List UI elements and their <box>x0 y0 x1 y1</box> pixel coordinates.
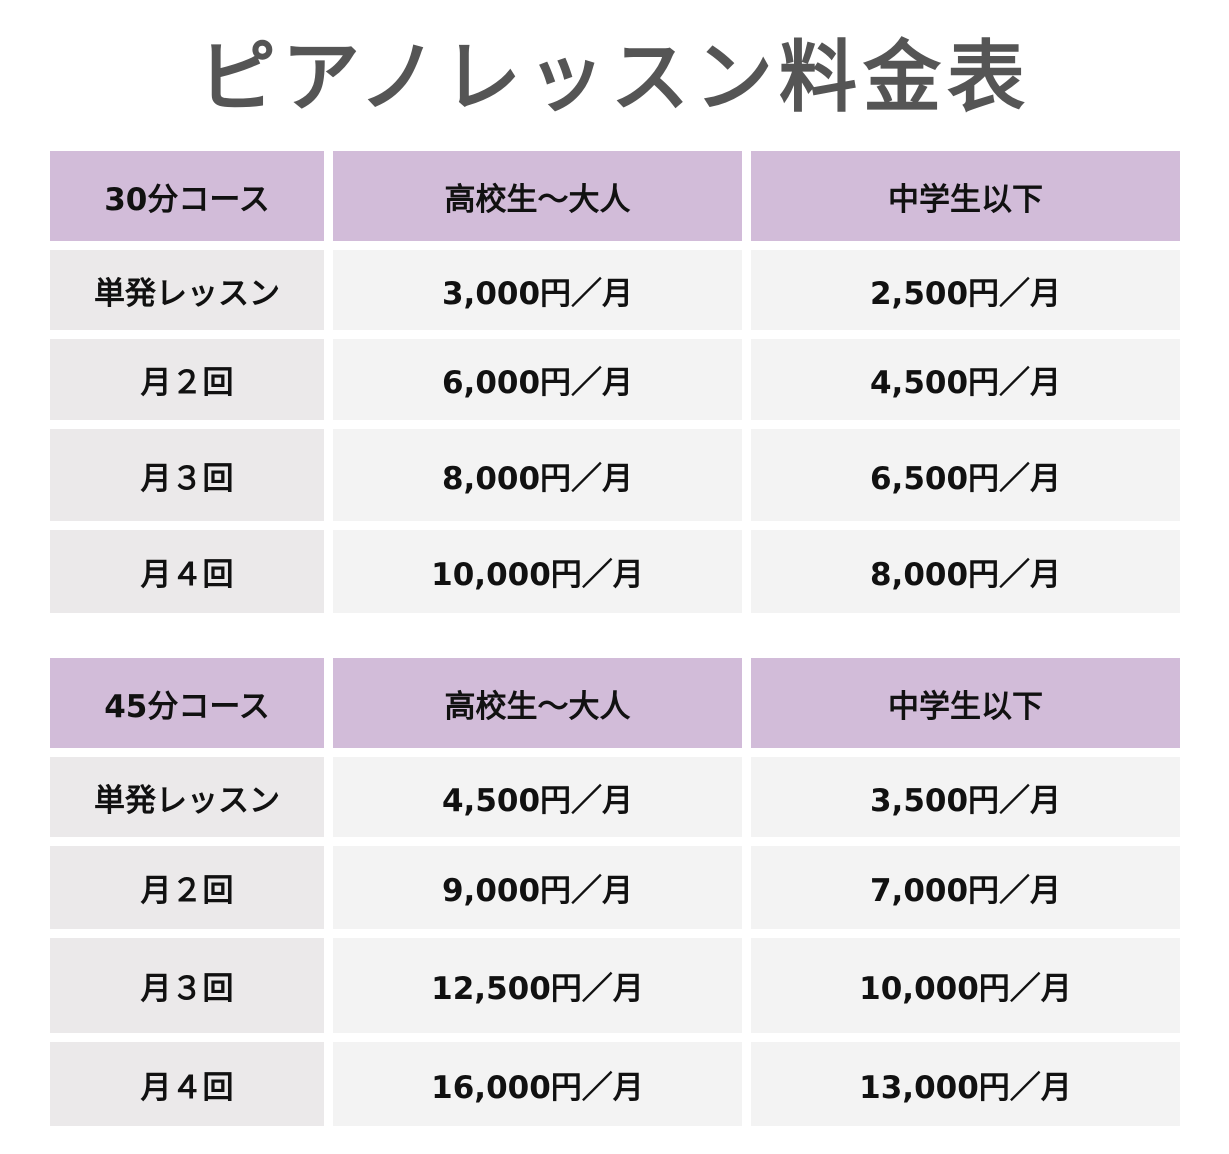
adult-header-cell: 高校生〜大人 <box>333 151 742 241</box>
table-row: 単発レッスン 3,000円／月 2,500円／月 <box>50 250 1181 330</box>
junior-price-cell: 6,500円／月 <box>751 429 1180 521</box>
junior-price-cell: 8,000円／月 <box>751 530 1180 613</box>
table-row: 月２回 9,000円／月 7,000円／月 <box>50 846 1181 929</box>
junior-price-cell: 2,500円／月 <box>751 250 1180 330</box>
table-header-row: 45分コース 高校生〜大人 中学生以下 <box>50 658 1181 748</box>
table-row: 単発レッスン 4,500円／月 3,500円／月 <box>50 757 1181 837</box>
plan-label-cell: 月２回 <box>50 339 324 420</box>
course-header-cell: 30分コース <box>50 151 324 241</box>
adult-price-cell: 10,000円／月 <box>333 530 742 613</box>
adult-price-cell: 4,500円／月 <box>333 757 742 837</box>
adult-price-cell: 6,000円／月 <box>333 339 742 420</box>
table-row: 月４回 10,000円／月 8,000円／月 <box>50 530 1181 613</box>
table-row: 月３回 12,500円／月 10,000円／月 <box>50 938 1181 1033</box>
junior-price-cell: 3,500円／月 <box>751 757 1180 837</box>
price-table-30min: 30分コース 高校生〜大人 中学生以下 単発レッスン 3,000円／月 2,50… <box>50 151 1181 622</box>
junior-price-cell: 7,000円／月 <box>751 846 1180 929</box>
plan-label-cell: 月４回 <box>50 530 324 613</box>
junior-price-cell: 4,500円／月 <box>751 339 1180 420</box>
junior-header-cell: 中学生以下 <box>751 658 1180 748</box>
plan-label-cell: 月３回 <box>50 429 324 521</box>
plan-label-cell: 月２回 <box>50 846 324 929</box>
adult-price-cell: 8,000円／月 <box>333 429 742 521</box>
adult-price-cell: 9,000円／月 <box>333 846 742 929</box>
junior-price-cell: 10,000円／月 <box>751 938 1180 1033</box>
plan-label-cell: 単発レッスン <box>50 250 324 330</box>
plan-label-cell: 月３回 <box>50 938 324 1033</box>
table-row: 月４回 16,000円／月 13,000円／月 <box>50 1042 1181 1126</box>
table-row: 月２回 6,000円／月 4,500円／月 <box>50 339 1181 420</box>
table-row: 月３回 8,000円／月 6,500円／月 <box>50 429 1181 521</box>
plan-label-cell: 月４回 <box>50 1042 324 1126</box>
page-title: ピアノレッスン料金表 <box>198 33 1031 123</box>
course-header-cell: 45分コース <box>50 658 324 748</box>
adult-price-cell: 16,000円／月 <box>333 1042 742 1126</box>
adult-price-cell: 3,000円／月 <box>333 250 742 330</box>
adult-header-cell: 高校生〜大人 <box>333 658 742 748</box>
junior-price-cell: 13,000円／月 <box>751 1042 1180 1126</box>
price-table-45min: 45分コース 高校生〜大人 中学生以下 単発レッスン 4,500円／月 3,50… <box>50 658 1181 1135</box>
plan-label-cell: 単発レッスン <box>50 757 324 837</box>
junior-header-cell: 中学生以下 <box>751 151 1180 241</box>
adult-price-cell: 12,500円／月 <box>333 938 742 1033</box>
table-header-row: 30分コース 高校生〜大人 中学生以下 <box>50 151 1181 241</box>
